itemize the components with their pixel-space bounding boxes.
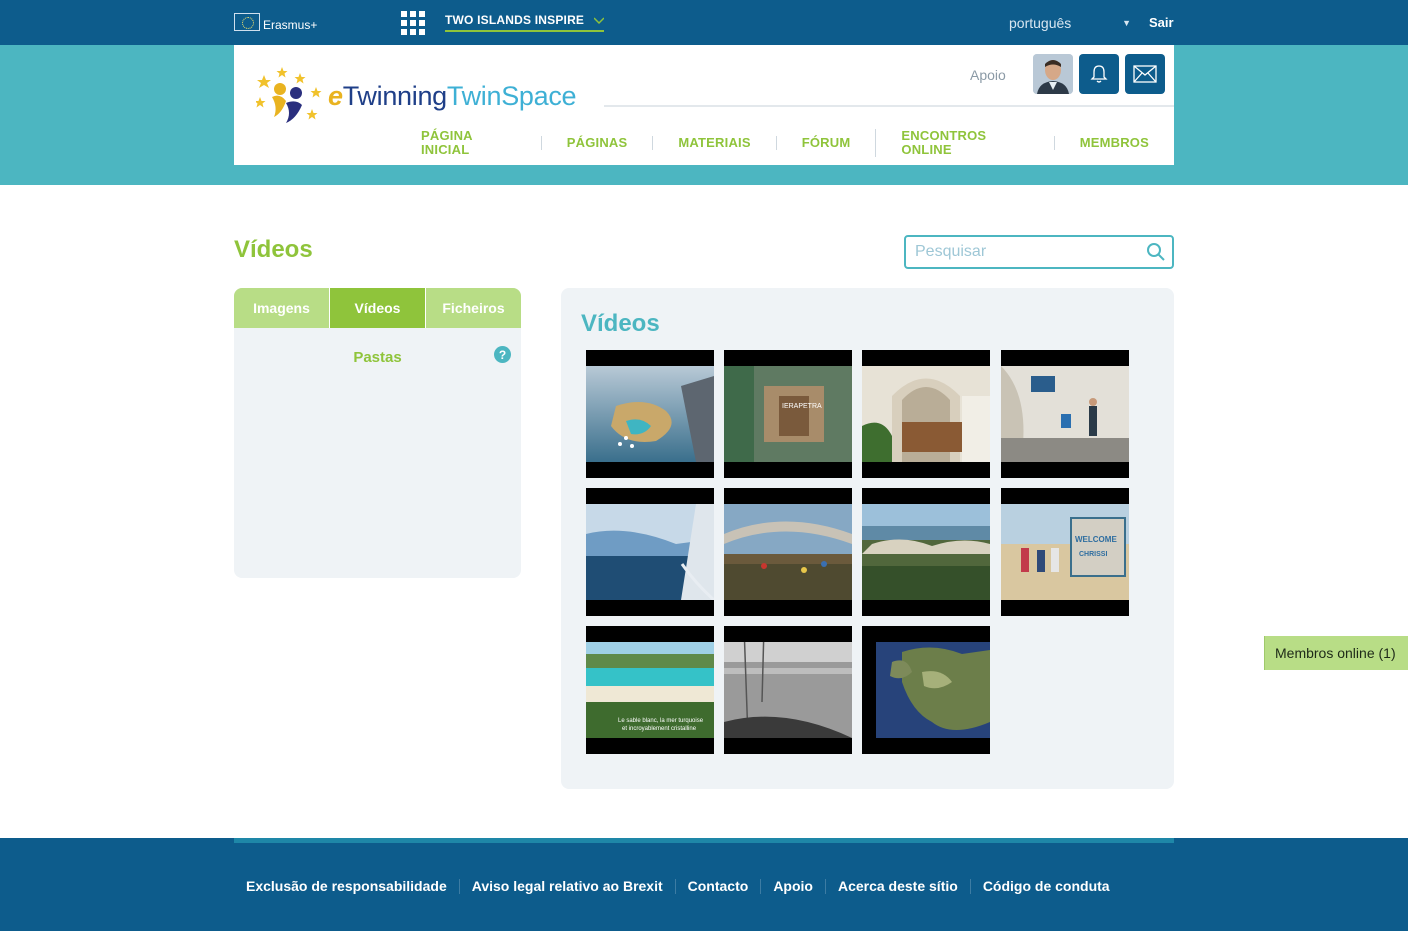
video-gallery-heading: Vídeos: [581, 310, 660, 337]
footer-link-disclaimer[interactable]: Exclusão de responsabilidade: [234, 879, 459, 894]
video-7-image: [862, 504, 990, 600]
video-thumbnail-9[interactable]: Le sable blanc, la mer turquoise et incr…: [586, 626, 714, 754]
video-thumbnail-4[interactable]: [1001, 350, 1129, 478]
page-title: Vídeos: [234, 236, 313, 263]
tab-images[interactable]: Imagens: [234, 288, 329, 328]
nav-members[interactable]: MEMBROS: [1053, 136, 1174, 150]
video-thumbnail-7[interactable]: [862, 488, 990, 616]
apps-grid-icon[interactable]: [401, 11, 425, 35]
etwinning-star-icon: [256, 67, 322, 123]
user-photo-icon: [1033, 54, 1073, 94]
nav-forum[interactable]: FÓRUM: [775, 136, 876, 150]
video-thumbnail-1[interactable]: [586, 350, 714, 478]
help-icon[interactable]: ?: [494, 346, 511, 363]
footer-link-code-of-conduct[interactable]: Código de conduta: [969, 879, 1122, 894]
caret-down-icon: ▼: [1122, 18, 1131, 28]
logo-wordmark: eTwinningTwinSpace: [328, 80, 577, 112]
video-1-image: [586, 366, 714, 462]
logo-twinspace: TwinSpace: [446, 80, 577, 111]
bell-icon: [1090, 65, 1108, 83]
messages-button[interactable]: [1125, 54, 1165, 94]
footer-link-support[interactable]: Apoio: [760, 879, 825, 894]
search-icon[interactable]: [1146, 242, 1166, 262]
footer-link-brexit[interactable]: Aviso legal relativo ao Brexit: [458, 879, 675, 894]
erasmus-label: Erasmus+: [263, 18, 318, 32]
video-5-image: [586, 504, 714, 600]
video-thumbnail-5[interactable]: [586, 488, 714, 616]
envelope-icon: [1133, 65, 1157, 83]
video-thumbnail-2[interactable]: IERAPETRA: [724, 350, 852, 478]
notifications-button[interactable]: [1079, 54, 1119, 94]
top-bar: Erasmus+ TWO ISLANDS INSPIRE português ▼…: [0, 0, 1408, 45]
video-2-caption: IERAPETRA: [782, 403, 822, 410]
video-gallery: Vídeos IERAPETRA WELCOME CHRISSI Le sabl…: [561, 288, 1174, 789]
svg-text:Le sable blanc, la mer turquoi: Le sable blanc, la mer turquoise: [618, 718, 704, 724]
search-input[interactable]: [915, 237, 1135, 267]
online-members-tab[interactable]: Membros online (1): [1264, 636, 1408, 670]
media-tabs: Imagens Vídeos Ficheiros: [234, 288, 521, 328]
media-sidebar: Imagens Vídeos Ficheiros Pastas ?: [234, 288, 521, 578]
footer-link-about[interactable]: Acerca deste sítio: [824, 879, 970, 894]
language-select[interactable]: português ▼: [1009, 15, 1131, 31]
video-thumbnail-10[interactable]: [724, 626, 852, 754]
footer: Exclusão de responsabilidade Aviso legal…: [0, 838, 1408, 931]
chevron-down-icon: [594, 17, 605, 25]
project-selector[interactable]: TWO ISLANDS INSPIRE: [445, 13, 605, 32]
footer-links: Exclusão de responsabilidade Aviso legal…: [234, 879, 1122, 894]
eu-flag-icon: [234, 13, 260, 31]
video-4-image: [1001, 366, 1129, 462]
search-box: [904, 235, 1174, 269]
tab-files[interactable]: Ficheiros: [425, 288, 521, 328]
logo-e: e: [328, 80, 343, 111]
nav-home[interactable]: PÁGINA INICIAL: [396, 129, 541, 157]
header-divider: [604, 105, 1174, 107]
video-9-image: Le sable blanc, la mer turquoise et incr…: [586, 642, 714, 738]
tab-videos[interactable]: Vídeos: [329, 288, 425, 328]
video-thumbnail-11[interactable]: [862, 626, 990, 754]
avatar[interactable]: [1033, 54, 1073, 94]
footer-link-contact[interactable]: Contacto: [674, 879, 761, 894]
header: eTwinningTwinSpace Apoio PÁGINA INICIAL …: [234, 45, 1174, 165]
video-10-image: [724, 642, 852, 738]
video-thumbnail-6[interactable]: [724, 488, 852, 616]
logout-link[interactable]: Sair: [1149, 15, 1174, 30]
etwinning-logo[interactable]: eTwinningTwinSpace: [256, 65, 577, 127]
footer-rule: [234, 838, 1174, 843]
svg-text:WELCOME: WELCOME: [1075, 535, 1117, 544]
video-3-image: [862, 366, 990, 462]
video-thumbnail-3[interactable]: [862, 350, 990, 478]
erasmus-logo[interactable]: Erasmus+: [234, 13, 317, 31]
svg-text:CHRISSI: CHRISSI: [1079, 551, 1107, 558]
nav-materials[interactable]: MATERIAIS: [652, 136, 775, 150]
nav-online-meetings[interactable]: ENCONTROS ONLINE: [875, 129, 1053, 157]
logo-twinning: Twinning: [342, 80, 447, 111]
main-nav: PÁGINA INICIAL PÁGINAS MATERIAIS FÓRUM E…: [396, 129, 1174, 157]
video-8-image: WELCOME CHRISSI: [1001, 504, 1129, 600]
video-6-image: [724, 504, 852, 600]
svg-text:et incroyablement cristalline: et incroyablement cristalline: [622, 726, 697, 732]
video-thumbnail-8[interactable]: WELCOME CHRISSI: [1001, 488, 1129, 616]
language-value: português: [1009, 15, 1072, 31]
video-2-image: IERAPETRA: [724, 366, 852, 462]
support-link[interactable]: Apoio: [970, 67, 1006, 83]
video-11-image: [862, 642, 990, 738]
folders-label: Pastas: [353, 349, 402, 366]
nav-pages[interactable]: PÁGINAS: [540, 136, 653, 150]
project-name: TWO ISLANDS INSPIRE: [445, 13, 585, 27]
